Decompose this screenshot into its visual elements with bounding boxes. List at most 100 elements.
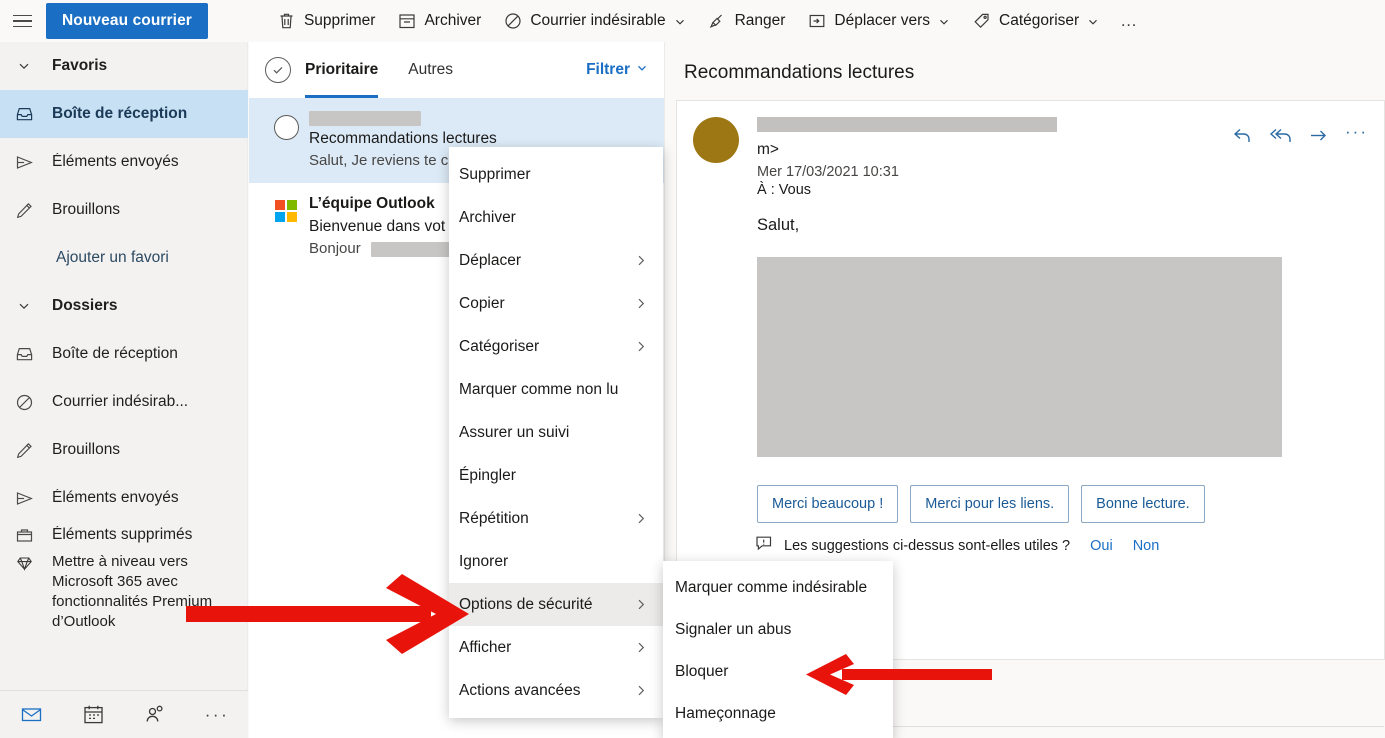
chevron-down-icon: [636, 61, 648, 79]
context-menu: Supprimer Archiver Déplacer Copier Catég…: [449, 147, 663, 718]
toolbar-move-to-button[interactable]: Déplacer vers: [796, 5, 961, 38]
sidebar-folder-drafts[interactable]: Brouillons: [0, 426, 248, 474]
context-menu-item-archiver[interactable]: Archiver: [449, 196, 663, 239]
sidebar-item-inbox-fav[interactable]: Boîte de réception: [0, 90, 248, 138]
toolbar-overflow-button[interactable]: …: [1110, 7, 1149, 35]
microsoft-logo-icon: [275, 200, 297, 222]
toolbar-archive-label: Archiver: [424, 12, 482, 29]
trash-icon: [277, 12, 296, 31]
sidebar-item-sent-fav[interactable]: Éléments envoyés: [0, 138, 248, 186]
block-icon: [8, 393, 40, 412]
toolbar-actions: Supprimer Archiver Courrier indésirable: [266, 5, 1149, 38]
sender-address: m>: [757, 141, 779, 158]
sidebar-item-drafts-fav[interactable]: Brouillons: [0, 186, 248, 234]
top-toolbar: Nouveau courrier Supprimer Archiver Cour…: [0, 0, 1385, 42]
chevron-right-icon: [634, 339, 649, 354]
chevron-down-icon: [8, 59, 40, 73]
toolbar-archive-button[interactable]: Archiver: [386, 5, 492, 38]
context-menu-item-assurer-suivi[interactable]: Assurer un suivi: [449, 411, 663, 454]
forward-icon[interactable]: [1308, 125, 1329, 151]
avatar: [693, 117, 739, 163]
outlook-web-app: Nouveau courrier Supprimer Archiver Cour…: [0, 0, 1385, 738]
sidebar-item-label: Brouillons: [52, 201, 121, 218]
menu-item-label: Marquer comme non lu: [459, 380, 619, 398]
feedback-yes[interactable]: Oui: [1090, 538, 1113, 554]
sidebar-item-label: Éléments envoyés: [52, 153, 179, 170]
mail-icon[interactable]: [0, 703, 62, 726]
context-menu-item-copier[interactable]: Copier: [449, 282, 663, 325]
toolbar-categorize-button[interactable]: Catégoriser: [961, 5, 1110, 38]
tab-other[interactable]: Autres: [408, 42, 453, 98]
feedback-no[interactable]: Non: [1133, 538, 1160, 554]
feedback-question: Les suggestions ci-dessus sont-elles uti…: [784, 537, 1071, 554]
sidebar-upgrade-promo[interactable]: Mettre à niveau vers Microsoft 365 avec …: [0, 548, 248, 632]
chevron-right-icon: [634, 296, 649, 311]
context-menu-item-epingler[interactable]: Épingler: [449, 454, 663, 497]
toolbar-junk-button[interactable]: Courrier indésirable: [492, 5, 696, 38]
app-switcher-bar: ···: [0, 690, 248, 738]
menu-item-label: Options de sécurité: [459, 595, 593, 613]
sidebar-favorites-label: Favoris: [52, 57, 108, 74]
filter-label: Filtrer: [586, 61, 630, 78]
feedback-icon: [755, 535, 774, 556]
context-menu-item-categoriser[interactable]: Catégoriser: [449, 325, 663, 368]
more-actions-icon[interactable]: ···: [1345, 123, 1368, 140]
submenu-item-marquer-indesirable[interactable]: Marquer comme indésirable: [663, 567, 893, 609]
menu-item-label: Répétition: [459, 509, 529, 527]
sidebar-item-label: Brouillons: [52, 441, 121, 458]
sidebar-add-favorite[interactable]: Ajouter un favori: [0, 234, 248, 282]
toolbar-delete-button[interactable]: Supprimer: [266, 5, 387, 38]
menu-item-label: Épingler: [459, 466, 516, 484]
people-icon[interactable]: [124, 703, 186, 726]
message-preview-text: Bonjour: [309, 240, 361, 257]
sidebar-folder-inbox[interactable]: Boîte de réception: [0, 330, 248, 378]
message-read-toggle[interactable]: [263, 110, 309, 169]
page-title: Recommandations lectures: [684, 62, 915, 83]
submenu-item-hameconnage[interactable]: Hameçonnage: [663, 693, 893, 735]
suggested-reply-3[interactable]: Bonne lecture.: [1081, 485, 1205, 523]
redacted-message-body: [757, 257, 1282, 457]
context-menu-item-supprimer[interactable]: Supprimer: [449, 153, 663, 196]
toolbar-move-to-label: Déplacer vers: [834, 12, 931, 29]
calendar-icon[interactable]: [62, 703, 124, 726]
check-circle-icon[interactable]: [265, 57, 291, 83]
sidebar-favorites-header[interactable]: Favoris: [0, 42, 248, 90]
sidebar-scroll: Favoris Boîte de réception Éléments envo…: [0, 42, 248, 690]
context-menu-item-afficher[interactable]: Afficher: [449, 626, 663, 669]
message-subject: Recommandations lectures: [309, 130, 497, 147]
context-menu-item-repetition[interactable]: Répétition: [449, 497, 663, 540]
context-menu-item-actions-avancees[interactable]: Actions avancées: [449, 669, 663, 712]
chevron-down-icon: [1087, 15, 1099, 27]
menu-item-label: Déplacer: [459, 251, 522, 269]
sidebar: Favoris Boîte de réception Éléments envo…: [0, 42, 248, 738]
reply-all-icon[interactable]: [1269, 125, 1292, 151]
pencil-icon: [8, 201, 40, 220]
sidebar-folder-deleted[interactable]: Éléments supprimés: [0, 522, 248, 548]
submenu-item-bloquer[interactable]: Bloquer: [663, 651, 893, 693]
chevron-right-icon: [634, 511, 649, 526]
context-menu-item-deplacer[interactable]: Déplacer: [449, 239, 663, 282]
submenu-item-signaler-abus[interactable]: Signaler un abus: [663, 609, 893, 651]
sidebar-folder-junk[interactable]: Courrier indésirab...: [0, 378, 248, 426]
suggested-reply-2[interactable]: Merci pour les liens.: [910, 485, 1070, 523]
suggested-reply-1[interactable]: Merci beaucoup !: [757, 485, 899, 523]
menu-item-label: Afficher: [459, 638, 512, 656]
pencil-icon: [8, 441, 40, 460]
message-greeting: Salut,: [757, 216, 800, 234]
sidebar-folder-sent[interactable]: Éléments envoyés: [0, 474, 248, 522]
redacted-sender: [309, 111, 421, 127]
suggested-replies: Merci beaucoup ! Merci pour les liens. B…: [677, 457, 1384, 523]
tab-focused[interactable]: Prioritaire: [305, 42, 379, 98]
more-icon[interactable]: ···: [186, 705, 248, 725]
menu-icon[interactable]: [0, 0, 44, 42]
context-menu-item-ignorer[interactable]: Ignorer: [449, 540, 663, 583]
reply-icon[interactable]: [1232, 125, 1253, 151]
context-menu-item-options-de-securite[interactable]: Options de sécurité: [449, 583, 663, 626]
menu-item-label: Actions avancées: [459, 681, 581, 699]
sidebar-folders-header[interactable]: Dossiers: [0, 282, 248, 330]
new-mail-button[interactable]: Nouveau courrier: [46, 3, 208, 39]
toolbar-sweep-button[interactable]: Ranger: [697, 5, 797, 38]
filter-button[interactable]: Filtrer: [586, 61, 648, 79]
sidebar-item-label: Éléments supprimés: [52, 526, 193, 543]
context-menu-item-marquer-non-lu[interactable]: Marquer comme non lu: [449, 368, 663, 411]
